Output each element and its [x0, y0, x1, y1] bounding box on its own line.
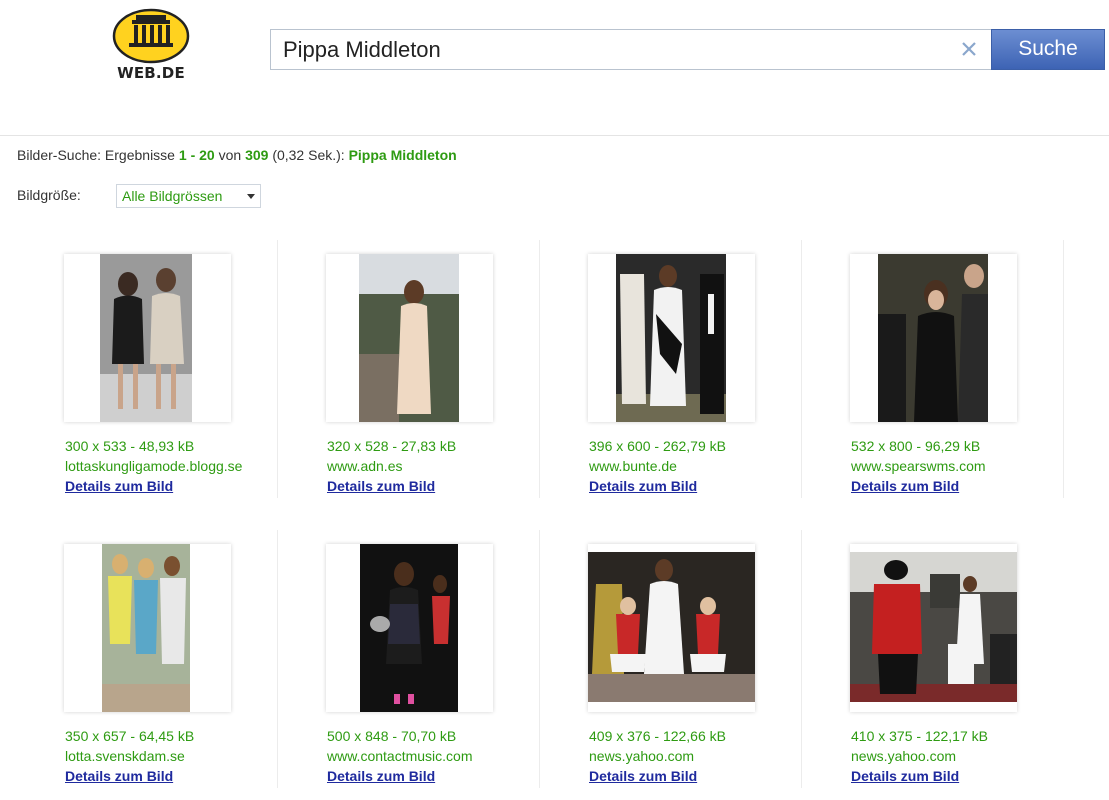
results-query: Pippa Middleton — [348, 147, 457, 163]
results-total: 309 — [245, 147, 269, 163]
image-size-text: 350 x 657 - 64,45 kB — [65, 728, 195, 744]
header-divider — [0, 135, 1109, 136]
image-source[interactable]: lotta.svenskdam.se — [65, 746, 194, 766]
image-meta: 350 x 657 - 64,45 kB lotta.svenskdam.se … — [65, 726, 194, 786]
photo-thumbnail-icon — [878, 254, 988, 422]
image-source[interactable]: www.contactmusic.com — [327, 746, 472, 766]
size-select-value: Alle Bildgrössen — [122, 188, 223, 204]
image-thumbnail[interactable] — [850, 544, 1017, 712]
image-thumbnail[interactable] — [326, 544, 493, 712]
search-button[interactable]: Suche — [991, 29, 1105, 70]
image-source[interactable]: news.yahoo.com — [589, 746, 726, 766]
image-size-text: 409 x 376 - 122,66 kB — [589, 728, 726, 744]
image-thumbnail[interactable] — [588, 254, 755, 422]
search-box — [270, 29, 992, 70]
image-source[interactable]: www.adn.es — [327, 456, 456, 476]
web-de-logo[interactable]: WEB.DE — [112, 6, 190, 84]
image-meta: 300 x 533 - 48,93 kB lottaskungligamode.… — [65, 436, 242, 496]
details-link[interactable]: Details zum Bild — [589, 766, 726, 786]
results-dash: - — [190, 147, 196, 163]
results-prefix: Bilder-Suche: Ergebnisse — [17, 147, 175, 163]
clear-search-icon[interactable] — [958, 38, 980, 60]
image-result: 300 x 533 - 48,93 kB lottaskungligamode.… — [16, 240, 278, 530]
results-summary: Bilder-Suche: Ergebnisse 1 - 20 von 309 … — [17, 147, 457, 163]
details-link[interactable]: Details zum Bild — [851, 766, 988, 786]
image-result: 532 x 800 - 96,29 kB www.spearswms.com D… — [802, 240, 1064, 530]
image-meta: 409 x 376 - 122,66 kB news.yahoo.com Det… — [589, 726, 726, 786]
logo-text: WEB.DE — [117, 64, 185, 82]
photo-thumbnail-icon — [359, 254, 459, 422]
image-result: 350 x 657 - 64,45 kB lotta.svenskdam.se … — [16, 530, 278, 800]
results-von: von — [218, 147, 242, 163]
image-size-text: 500 x 848 - 70,70 kB — [327, 728, 457, 744]
image-size-text: 320 x 528 - 27,83 kB — [327, 438, 457, 454]
details-link[interactable]: Details zum Bild — [589, 476, 726, 496]
details-link[interactable]: Details zum Bild — [65, 476, 242, 496]
image-thumbnail[interactable] — [588, 544, 755, 712]
image-thumbnail[interactable] — [326, 254, 493, 422]
photo-thumbnail-icon — [100, 254, 192, 422]
image-meta: 410 x 375 - 122,17 kB news.yahoo.com Det… — [851, 726, 988, 786]
dropdown-arrow-icon — [247, 194, 255, 199]
details-link[interactable]: Details zum Bild — [327, 766, 472, 786]
results-time: (0,32 Sek.): — [272, 147, 345, 163]
image-meta: 500 x 848 - 70,70 kB www.contactmusic.co… — [327, 726, 472, 786]
image-thumbnail[interactable] — [64, 544, 231, 712]
image-result: 410 x 375 - 122,17 kB news.yahoo.com Det… — [802, 530, 1064, 800]
image-result: 396 x 600 - 262,79 kB www.bunte.de Detai… — [540, 240, 802, 530]
image-size-text: 410 x 375 - 122,17 kB — [851, 728, 988, 744]
photo-thumbnail-icon — [850, 552, 1017, 702]
image-meta: 320 x 528 - 27,83 kB www.adn.es Details … — [327, 436, 456, 496]
image-result: 409 x 376 - 122,66 kB news.yahoo.com Det… — [540, 530, 802, 800]
image-size-text: 532 x 800 - 96,29 kB — [851, 438, 981, 454]
details-link[interactable]: Details zum Bild — [327, 476, 456, 496]
image-thumbnail[interactable] — [64, 254, 231, 422]
image-size-text: 396 x 600 - 262,79 kB — [589, 438, 726, 454]
size-select[interactable]: Alle Bildgrössen — [116, 184, 261, 208]
image-source[interactable]: www.spearswms.com — [851, 456, 986, 476]
results-to: 20 — [199, 147, 215, 163]
image-thumbnail[interactable] — [850, 254, 1017, 422]
image-source[interactable]: www.bunte.de — [589, 456, 726, 476]
image-size-filter: Bildgröße: Alle Bildgrössen — [17, 184, 261, 208]
image-size-text: 300 x 533 - 48,93 kB — [65, 438, 195, 454]
photo-thumbnail-icon — [102, 544, 190, 712]
image-source[interactable]: lottaskungligamode.blogg.se — [65, 456, 242, 476]
details-link[interactable]: Details zum Bild — [65, 766, 194, 786]
results-from: 1 — [178, 147, 187, 163]
logo-emblem-icon — [112, 8, 190, 64]
size-filter-label: Bildgröße: — [17, 187, 81, 203]
image-source[interactable]: news.yahoo.com — [851, 746, 988, 766]
image-meta: 532 x 800 - 96,29 kB www.spearswms.com D… — [851, 436, 986, 496]
photo-thumbnail-icon — [360, 544, 458, 712]
photo-thumbnail-icon — [588, 552, 755, 702]
photo-thumbnail-icon — [616, 254, 726, 422]
search-input[interactable] — [271, 30, 951, 69]
image-meta: 396 x 600 - 262,79 kB www.bunte.de Detai… — [589, 436, 726, 496]
image-result: 320 x 528 - 27,83 kB www.adn.es Details … — [278, 240, 540, 530]
details-link[interactable]: Details zum Bild — [851, 476, 986, 496]
image-result: 500 x 848 - 70,70 kB www.contactmusic.co… — [278, 530, 540, 800]
